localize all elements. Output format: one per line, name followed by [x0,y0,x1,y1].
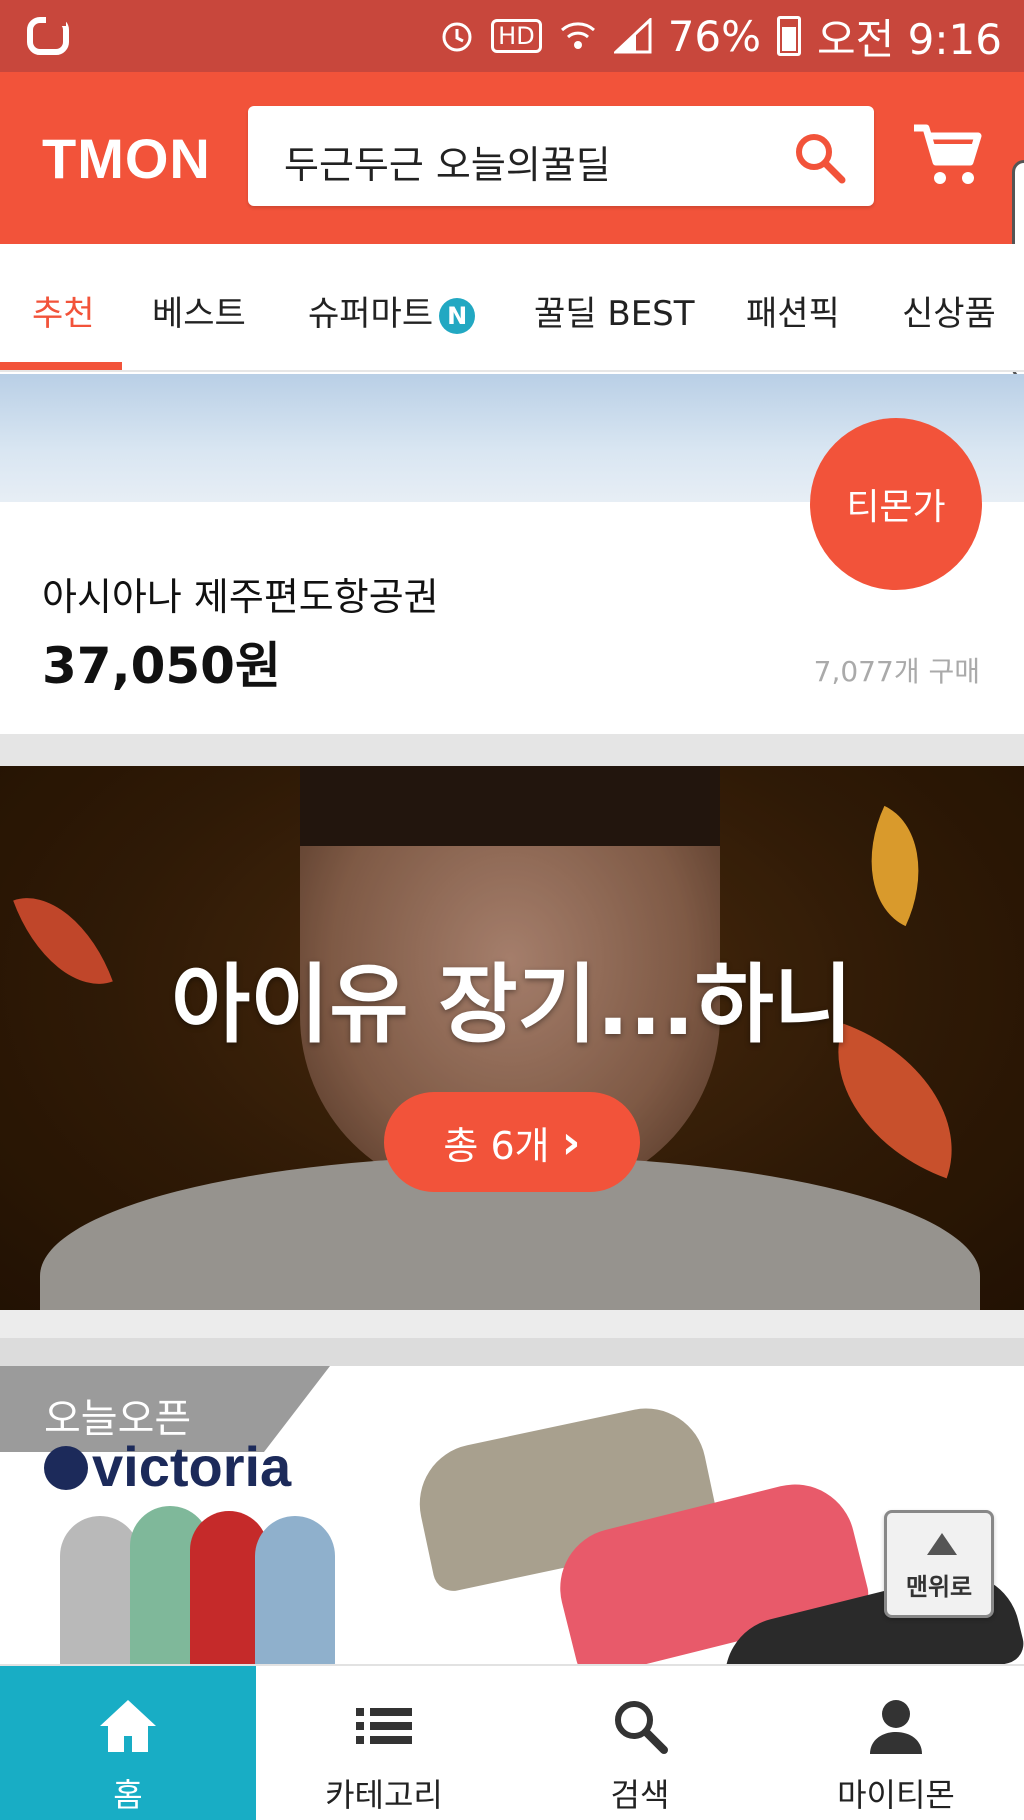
list-icon [356,1708,412,1744]
cart-icon[interactable] [910,118,986,194]
tab-new-products[interactable]: 신상품 [902,286,996,335]
search-icon[interactable] [790,128,848,186]
search-input-text: 두근두근 오늘의꿀딜 [284,143,611,187]
nav-my-tmon[interactable]: 마이티몬 [768,1666,1024,1820]
tab-best[interactable]: 베스트 [152,286,246,335]
app-header: TMON 두근두근 오늘의꿀딜 [0,72,1024,244]
tab-supermart[interactable]: 슈퍼마트 N [308,286,476,335]
tmon-price-badge: 티몬가 [810,418,982,590]
home-icon [100,1700,156,1752]
brand-logo: victoria [44,1434,291,1499]
shoe-image [60,1516,140,1664]
arrow-up-icon [927,1533,957,1555]
tmon-price-badge-label: 티몬가 [846,487,946,528]
today-open-banner[interactable]: 오늘오픈 victoria [0,1366,1024,1664]
promo-button-label: 총 6개 [443,1123,550,1168]
shoe-image [255,1516,335,1664]
brand-name: victoria [92,1435,292,1498]
deal-price: 37,050원 [42,637,281,695]
brand-mark-icon [44,1446,88,1490]
promo-banner[interactable]: 아이유 장기...하니 총 6개 › [0,766,1024,1310]
nav-home-label: 홈 [113,1776,143,1814]
tab-recommend[interactable]: 추천 [32,286,95,335]
clock: 오전 9:16 [817,14,1002,64]
search-icon [615,1701,668,1754]
bottom-navigation: 홈 카테고리 검색 마이티몬 [0,1664,1024,1820]
status-bar: HD 76% 오전 9:16 [0,0,1024,72]
category-tabs: 추천 베스트 슈퍼마트 N 꿀딜 BEST 패션픽 신상품 [0,244,1024,372]
active-tab-indicator [0,362,122,370]
section-divider-band [0,1338,1024,1366]
section-divider [0,734,1024,766]
nav-home[interactable]: 홈 [0,1666,256,1820]
deal-sold-count: 7,077개 구매 [813,655,980,688]
nav-category[interactable]: 카테고리 [256,1666,512,1820]
app-notification-icon [27,16,69,55]
tmon-logo[interactable]: TMON [42,126,211,191]
search-input[interactable]: 두근두근 오늘의꿀딜 [248,106,874,206]
tab-fashion-pick[interactable]: 패션픽 [746,286,840,335]
nav-search-label: 검색 [610,1776,670,1814]
back-to-top-label: 맨위로 [905,1573,973,1601]
wifi-icon [560,22,595,49]
chevron-right-icon: › [561,1115,581,1169]
nav-category-label: 카테고리 [325,1776,443,1814]
hd-icon: HD [491,19,542,53]
tab-supermart-label: 슈퍼마트 [308,294,434,334]
battery-icon [777,16,802,56]
promo-title: 아이유 장기...하니 [171,955,853,1055]
signal-icon [613,18,652,54]
battery-percent: 76% [667,11,762,61]
new-badge: N [439,297,476,334]
deal-title: 아시아나 제주편도항공권 [42,575,439,619]
back-to-top-button[interactable]: 맨위로 [884,1510,994,1618]
nav-search[interactable]: 검색 [512,1666,768,1820]
alarm-icon [442,22,472,52]
person-icon [870,1700,922,1754]
tab-honey-deal-best[interactable]: 꿀딜 BEST [534,286,695,335]
promo-total-button[interactable]: 총 6개 › [384,1092,640,1192]
nav-my-tmon-label: 마이티몬 [837,1776,955,1814]
